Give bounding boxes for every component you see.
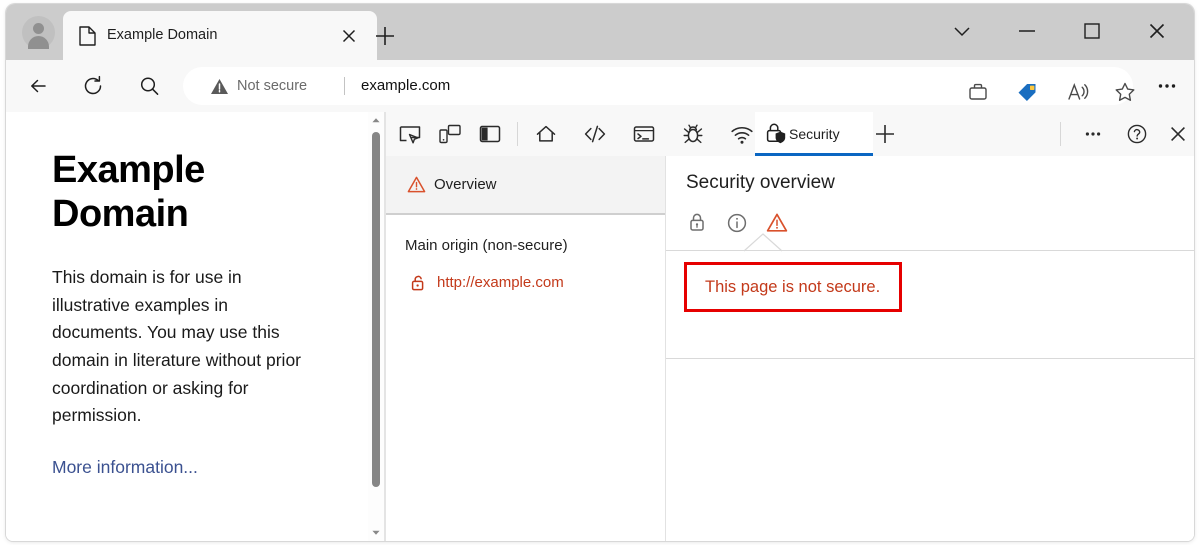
- sidebar-item-overview[interactable]: Overview: [386, 156, 665, 215]
- page-scrollbar[interactable]: [368, 112, 384, 541]
- read-aloud-icon[interactable]: [1058, 74, 1094, 110]
- more-information-link[interactable]: More information...: [52, 430, 198, 478]
- toolbar-divider: [517, 122, 518, 146]
- security-alert-text: This page is not secure.: [705, 278, 881, 296]
- title-bar: Example Domain: [6, 4, 1194, 60]
- code-brackets-icon[interactable]: [579, 118, 611, 150]
- security-overview-title: Security overview: [686, 172, 835, 193]
- sidebar-origin-url: http://example.com: [437, 274, 564, 291]
- price-tag-icon[interactable]: [1009, 74, 1045, 110]
- page-paragraph: This domain is for use in illustrative e…: [52, 267, 302, 426]
- security-alert-box: This page is not secure.: [684, 262, 902, 312]
- scroll-up-arrow-icon[interactable]: [368, 112, 384, 129]
- chevron-down-icon[interactable]: [940, 10, 984, 52]
- avatar-body: [28, 36, 49, 49]
- minimize-icon[interactable]: [1005, 10, 1049, 52]
- close-icon[interactable]: [1135, 10, 1179, 52]
- tab-title: Example Domain: [107, 27, 218, 43]
- selected-badge-caret-icon: [743, 233, 783, 253]
- new-tab-button[interactable]: [369, 20, 401, 52]
- devtools-panel: Security Overview Main origin (non-secur…: [386, 112, 1194, 541]
- page-viewport: Example Domain This domain is for use in…: [6, 112, 384, 541]
- device-toggle-icon[interactable]: [434, 118, 466, 150]
- terminal-icon[interactable]: [628, 118, 660, 150]
- tab-security[interactable]: Security: [755, 112, 873, 156]
- address-url-text[interactable]: example.com: [361, 67, 450, 105]
- star-icon[interactable]: [1107, 74, 1143, 110]
- security-sidebar: Overview Main origin (non-secure) http:/…: [386, 156, 666, 541]
- devtools-toolbar: Security: [386, 112, 1194, 157]
- browser-tab[interactable]: Example Domain: [63, 11, 377, 60]
- add-panel-plus-icon[interactable]: [867, 116, 903, 152]
- dock-panel-icon[interactable]: [474, 118, 506, 150]
- panel-divider-top: [666, 250, 1194, 251]
- toolbar-divider-right: [1060, 122, 1061, 146]
- arrow-left-icon[interactable]: [22, 68, 58, 104]
- security-overview-panel: Security overview This page is not secur…: [666, 156, 1194, 541]
- search-icon[interactable]: [131, 68, 167, 104]
- sidebar-origin-group-title: Main origin (non-secure): [405, 237, 568, 254]
- scroll-down-arrow-icon[interactable]: [368, 524, 384, 541]
- inspect-cursor-icon[interactable]: [394, 118, 426, 150]
- home-icon[interactable]: [530, 118, 562, 150]
- briefcase-icon[interactable]: [960, 74, 996, 110]
- reload-icon[interactable]: [75, 68, 111, 104]
- lock-icon[interactable]: [682, 208, 712, 238]
- warning-triangle-icon: [407, 176, 426, 193]
- close-icon[interactable]: [1162, 118, 1194, 150]
- question-circle-icon[interactable]: [1121, 118, 1153, 150]
- close-icon[interactable]: [338, 25, 360, 47]
- address-separator: [344, 77, 345, 95]
- maximize-icon[interactable]: [1070, 10, 1114, 52]
- panel-divider-bottom: [666, 358, 1194, 359]
- ellipsis-icon[interactable]: [1149, 68, 1185, 104]
- sidebar-overview-label: Overview: [434, 176, 497, 193]
- tab-security-label: Security: [789, 126, 840, 142]
- wifi-icon[interactable]: [726, 118, 758, 150]
- scrollbar-thumb[interactable]: [372, 132, 380, 487]
- account-avatar-icon[interactable]: [22, 16, 55, 49]
- avatar-head: [33, 23, 44, 34]
- warning-triangle-icon: [211, 79, 228, 94]
- page-icon: [79, 26, 96, 46]
- example-domain-page: Example Domain This domain is for use in…: [6, 112, 366, 541]
- navigation-bar: Not secure example.com: [6, 60, 1194, 112]
- page-heading: Example Domain: [52, 149, 205, 236]
- security-status-label: Not secure: [237, 78, 308, 94]
- lock-shield-icon: [766, 123, 786, 144]
- bug-icon[interactable]: [677, 118, 709, 150]
- browser-window: Example Domain Not secure example.com Ex…: [6, 4, 1194, 541]
- ellipsis-icon[interactable]: [1077, 118, 1109, 150]
- open-lock-icon: [411, 275, 424, 291]
- address-bar[interactable]: Not secure example.com: [183, 67, 1135, 105]
